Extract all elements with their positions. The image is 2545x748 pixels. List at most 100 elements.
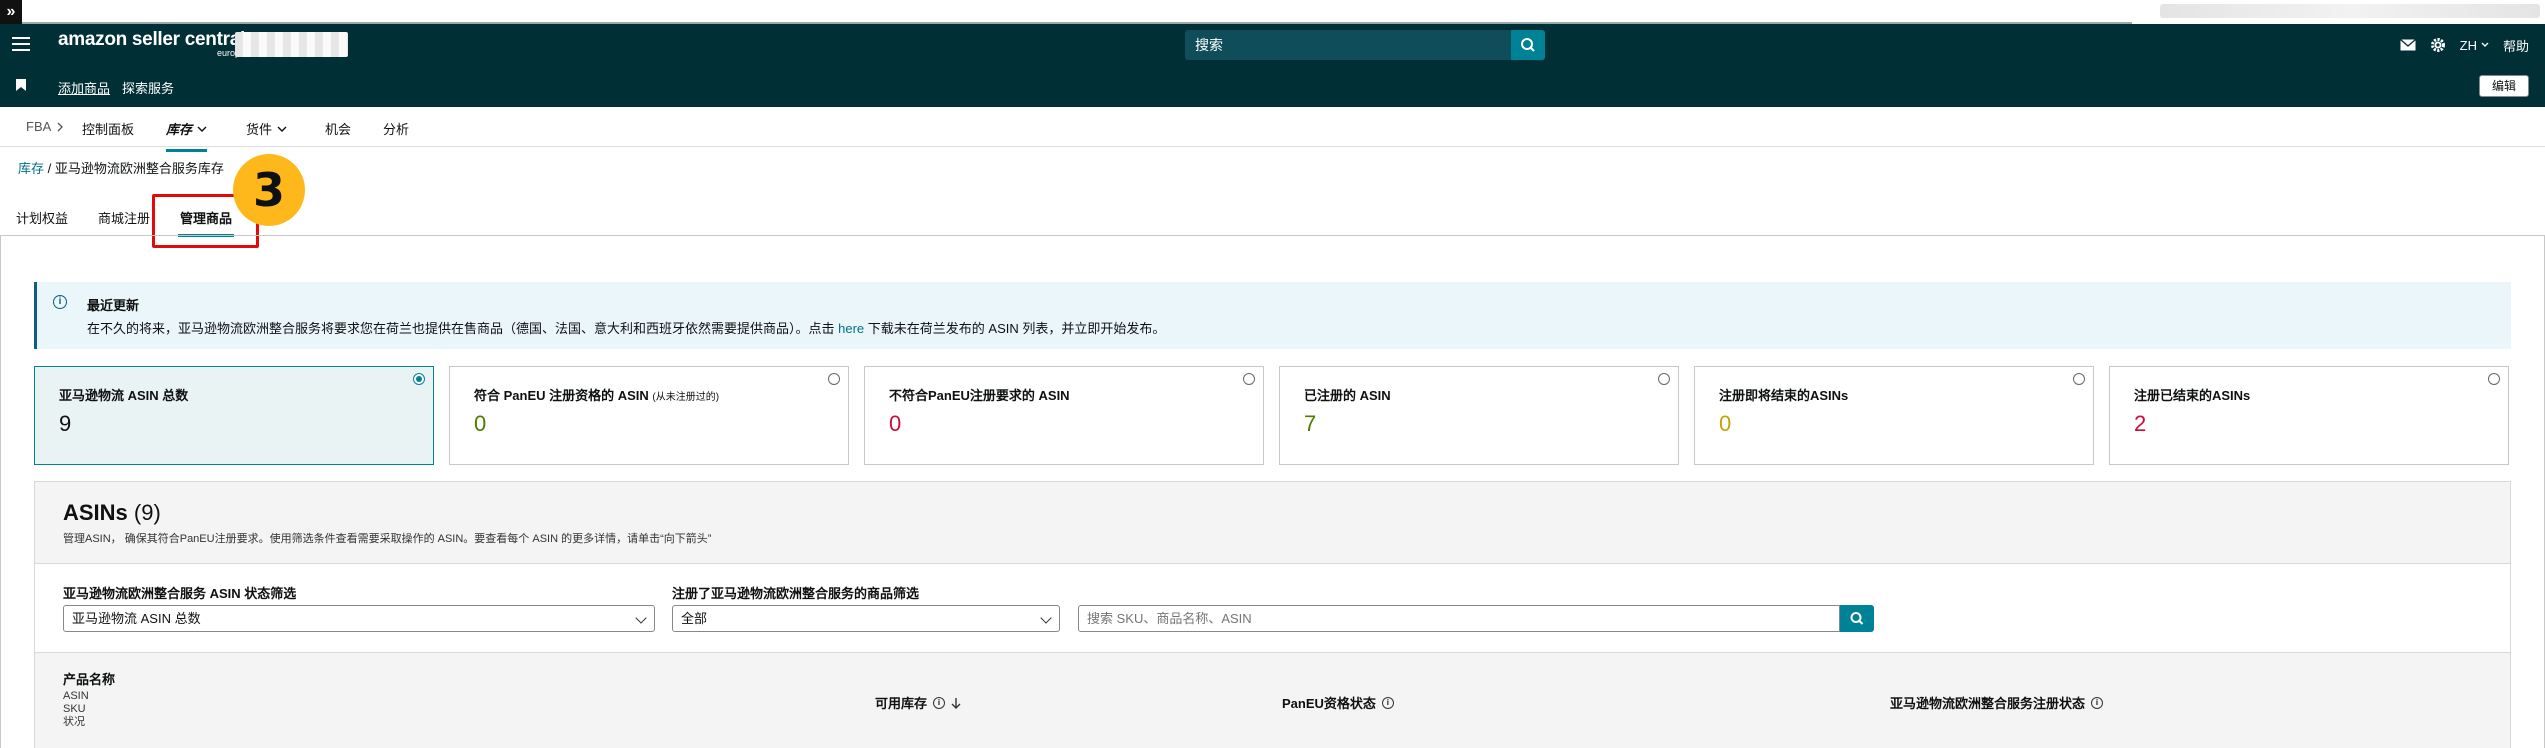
- step-number-badge: 3: [233, 154, 305, 226]
- tab-marketplace-registration[interactable]: 商城注册: [98, 208, 150, 227]
- mail-icon[interactable]: [2399, 39, 2416, 51]
- asins-title-text: ASINs: [63, 500, 128, 525]
- tab-program-benefits[interactable]: 计划权益: [16, 208, 68, 227]
- card-label: 注册即将结束的ASINs: [1719, 385, 1848, 404]
- card-label-text: 符合 PanEU 注册资格的 ASIN: [474, 388, 649, 403]
- nav-dashboard[interactable]: 控制面板: [82, 119, 134, 138]
- card-radio[interactable]: [1658, 373, 1670, 385]
- card-label-text: 已注册的 ASIN: [1304, 388, 1391, 403]
- breadcrumb-current: / 亚马逊物流欧洲整合服务库存: [47, 161, 224, 176]
- header-search-input[interactable]: [1185, 30, 1511, 60]
- top-strip: »: [0, 0, 2545, 24]
- col-product-label: 产品名称: [63, 672, 116, 687]
- seller-central-logo[interactable]: amazon seller central europe: [58, 29, 245, 58]
- bookmark-explore-services[interactable]: 探索服务: [122, 78, 174, 97]
- header: amazon seller central europe ZH 帮助: [0, 24, 2545, 65]
- nav-opportunities[interactable]: 机会: [325, 119, 351, 138]
- fba-nav: FBA 控制面板 库存 货件 机会 分析: [0, 107, 2545, 152]
- col-available-stock[interactable]: 可用库存 i: [875, 693, 961, 712]
- card-value: 7: [1304, 411, 1317, 436]
- language-label: ZH: [2459, 37, 2477, 53]
- card-label-text: 注册已结束的ASINs: [2134, 388, 2251, 403]
- info-icon[interactable]: i: [1381, 696, 1394, 709]
- card-label: 已注册的 ASIN: [1304, 385, 1391, 404]
- nav-fba-label: FBA: [26, 119, 52, 134]
- nav-analytics-label: 分析: [383, 122, 410, 137]
- sku-search-button[interactable]: [1840, 605, 1874, 632]
- nav-shipments[interactable]: 货件: [246, 119, 287, 138]
- registered-filter-select[interactable]: 全部: [672, 605, 1060, 632]
- registered-filter-value: 全部: [681, 611, 708, 626]
- card-radio[interactable]: [1243, 373, 1255, 385]
- header-search: [1185, 30, 1545, 60]
- card-label: 亚马逊物流 ASIN 总数: [59, 385, 188, 404]
- chevron-down-icon: [2481, 42, 2489, 47]
- search-icon: [1850, 612, 1864, 625]
- bookmark-icon[interactable]: [16, 79, 26, 91]
- info-icon: i: [53, 295, 67, 309]
- card-value: 2: [2134, 411, 2147, 436]
- status-filter-select[interactable]: 亚马逊物流 ASIN 总数: [63, 605, 655, 632]
- language-selector[interactable]: ZH: [2460, 38, 2489, 53]
- info-icon[interactable]: i: [2091, 696, 2104, 709]
- card-value: 0: [1719, 411, 1732, 436]
- card-label: 不符合PanEU注册要求的 ASIN: [889, 385, 1070, 404]
- header-actions: ZH 帮助: [2399, 34, 2529, 56]
- alert-text-after: 下载未在荷兰发布的 ASIN 列表，并立即开始发布。: [867, 321, 1166, 336]
- card-label-text: 不符合PanEU注册要求的 ASIN: [889, 388, 1070, 403]
- hamburger-menu-icon[interactable]: [12, 37, 30, 51]
- stat-card-eligible[interactable]: 符合 PanEU 注册资格的 ASIN (从未注册过的) 0: [449, 366, 849, 465]
- card-label-text: 亚马逊物流 ASIN 总数: [59, 388, 189, 403]
- account-switcher[interactable]: [235, 32, 348, 57]
- card-value: 0: [474, 411, 487, 436]
- search-icon: [1521, 38, 1535, 52]
- chevron-right-icon: [57, 122, 64, 131]
- nav-inventory-label: 库存: [166, 122, 193, 137]
- blurred-area: [2160, 4, 2540, 18]
- stat-card-total-asins[interactable]: 亚马逊物流 ASIN 总数 9: [34, 366, 434, 465]
- bookmark-add-product[interactable]: 添加商品: [58, 78, 110, 97]
- breadcrumb-inventory-link[interactable]: 库存: [18, 161, 44, 176]
- col-product-name: 产品名称: [63, 669, 115, 688]
- nav-fba[interactable]: FBA: [26, 119, 64, 134]
- card-radio[interactable]: [413, 373, 425, 385]
- stat-card-ended[interactable]: 注册已结束的ASINs 2: [2109, 366, 2509, 465]
- gear-icon[interactable]: [2430, 37, 2446, 53]
- asins-count: (9): [133, 500, 161, 525]
- status-filter-value: 亚马逊物流 ASIN 总数: [72, 611, 201, 626]
- chevron-down-icon: [1040, 612, 1052, 624]
- info-icon[interactable]: i: [933, 696, 946, 709]
- col-stock-label: 可用库存: [875, 696, 928, 711]
- col-reg-label: 亚马逊物流欧洲整合服务注册状态: [1890, 696, 2086, 711]
- card-radio[interactable]: [2488, 373, 2500, 385]
- registered-filter-label: 注册了亚马逊物流欧洲整合服务的商品筛选: [672, 586, 920, 601]
- sort-down-icon[interactable]: [951, 697, 961, 709]
- nav-analytics[interactable]: 分析: [383, 119, 409, 138]
- asins-title: ASINs (9): [63, 500, 161, 526]
- stat-card-ending-soon[interactable]: 注册即将结束的ASINs 0: [1694, 366, 2094, 465]
- stat-card-ineligible[interactable]: 不符合PanEU注册要求的 ASIN 0: [864, 366, 1264, 465]
- card-label: 注册已结束的ASINs: [2134, 385, 2250, 404]
- help-link[interactable]: 帮助: [2503, 36, 2529, 55]
- card-value: 0: [889, 411, 902, 436]
- col-sub-asin: ASIN: [63, 690, 89, 702]
- chevron-down-icon: [197, 126, 207, 132]
- alert-text: 在不久的将来，亚马逊物流欧洲整合服务将要求您在荷兰也提供在售商品（德国、法国、意…: [87, 318, 1165, 337]
- expand-icon[interactable]: »: [0, 0, 22, 24]
- breadcrumb: 库存 / 亚马逊物流欧洲整合服务库存: [18, 158, 224, 177]
- card-radio[interactable]: [2073, 373, 2085, 385]
- status-filter-label: 亚马逊物流欧洲整合服务 ASIN 状态筛选: [63, 586, 297, 601]
- info-alert: i 最近更新 在不久的将来，亚马逊物流欧洲整合服务将要求您在荷兰也提供在售商品（…: [34, 282, 2511, 349]
- sku-search-input[interactable]: [1078, 605, 1840, 632]
- asins-panel-header: ASINs (9) 管理ASIN， 确保其符合PanEU注册要求。使用筛选条件查…: [35, 482, 2510, 564]
- asins-subtitle: 管理ASIN， 确保其符合PanEU注册要求。使用筛选条件查看需要采取操作的 A…: [63, 533, 712, 545]
- edit-bookmarks-button[interactable]: 编辑: [2479, 75, 2529, 97]
- card-radio[interactable]: [828, 373, 840, 385]
- col-sub-status: 状况: [63, 716, 85, 728]
- nav-inventory[interactable]: 库存: [166, 119, 208, 152]
- page-tabs: 计划权益 商城注册 管理商品: [0, 200, 2545, 237]
- header-search-button[interactable]: [1511, 30, 1545, 60]
- card-label: 符合 PanEU 注册资格的 ASIN (从未注册过的): [474, 385, 719, 404]
- alert-here-link[interactable]: here: [838, 321, 864, 336]
- stat-card-registered[interactable]: 已注册的 ASIN 7: [1279, 366, 1679, 465]
